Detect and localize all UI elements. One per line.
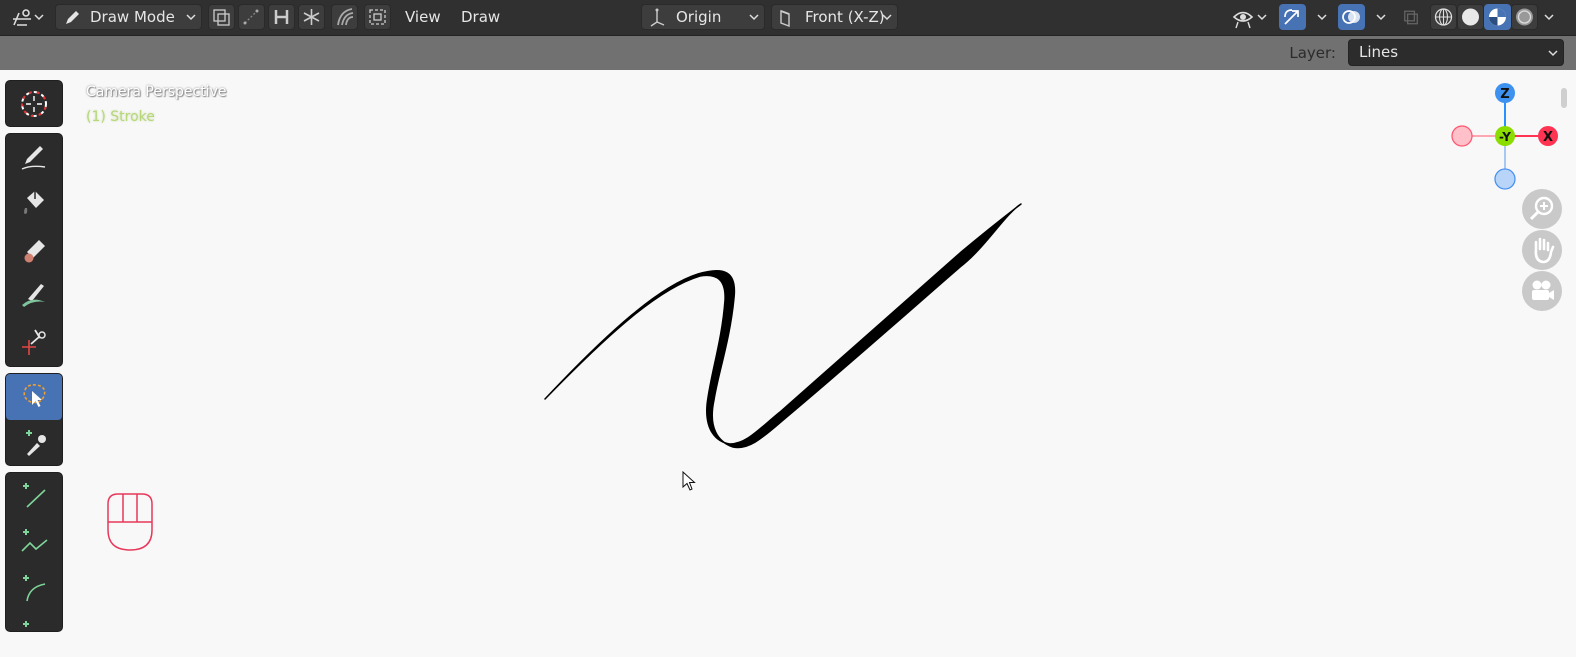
navigation-gizmo[interactable]: Z -Y X [1445,80,1565,192]
axis-neg-x-handle[interactable] [1451,125,1473,147]
camera-icon [1532,280,1554,300]
pan-hand-icon [1534,237,1555,264]
axis-x-label: X [1543,130,1553,145]
axis-neg-z-handle[interactable] [1494,168,1516,190]
grease-pencil-stroke [544,203,1022,449]
zoom-button[interactable] [1522,189,1562,229]
pan-button[interactable] [1522,230,1562,270]
stroke-canvas[interactable] [0,0,1576,624]
axis-z-label: Z [1500,87,1509,102]
camera-view-button[interactable] [1522,271,1562,311]
mouse-pointer-icon [682,471,696,491]
zoom-icon [1529,196,1554,221]
axis-y-label: -Y [1499,130,1511,144]
viewport-scrollbar[interactable] [1561,88,1567,108]
